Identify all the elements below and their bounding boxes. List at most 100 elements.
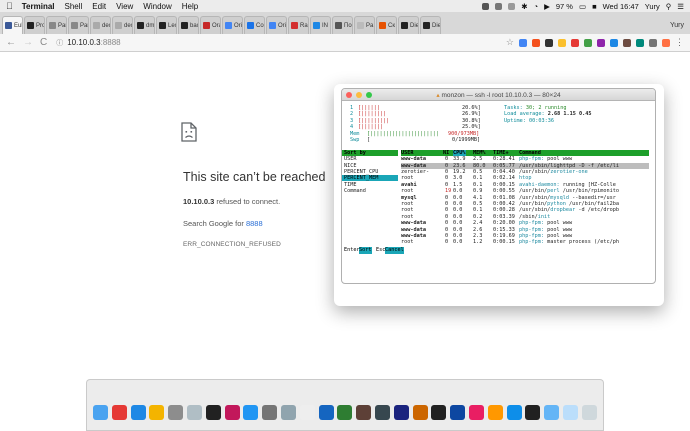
process-row[interactable]: www-data 0 0.0 2.6 0:15.33 php-fpm: pool www xyxy=(401,227,649,233)
browser-tab[interactable]: По xyxy=(332,16,353,34)
bookmark-star-icon[interactable]: ☆ xyxy=(506,37,514,48)
process-row[interactable]: root 19 0.0 0.9 0:00.55/usr/bin/perl /usr/bi… xyxy=(401,188,649,194)
extension-icon[interactable] xyxy=(584,38,592,47)
files-icon[interactable] xyxy=(563,405,578,420)
chrome-menu-icon[interactable]: ⋮ xyxy=(675,37,684,48)
photos-icon[interactable] xyxy=(149,405,165,420)
process-row[interactable]: avahi 0 1.5 0.1 0:00.15 avahi-daemon: running… xyxy=(401,182,649,188)
process-row[interactable]: root 0 0.0 0.5 0:00.42/usr/bin/python /usr/b… xyxy=(401,201,649,207)
appstore-icon[interactable] xyxy=(243,405,259,420)
footer-k2[interactable]: Esc xyxy=(376,247,385,254)
user-name[interactable]: Yury xyxy=(645,2,660,11)
terminal-window[interactable]: ▴ monzon — ssh -l root 10.10.0.3 — 80×24… xyxy=(341,88,656,284)
teamviewer-icon[interactable] xyxy=(506,405,522,420)
search-link[interactable]: 8888 xyxy=(246,219,263,228)
forward-button[interactable]: → xyxy=(23,37,33,48)
extension-icon[interactable] xyxy=(636,38,644,47)
browser-tab[interactable]: Ori xyxy=(222,16,243,34)
terminal-titlebar[interactable]: ▴ monzon — ssh -l root 10.10.0.3 — 80×24 xyxy=(342,89,655,101)
process-row[interactable]: root 0 0.0 1.2 0:00.15 php-fpm: master proces… xyxy=(401,239,649,245)
browser-tab[interactable]: Lec xyxy=(156,16,177,34)
menu-help[interactable]: Help xyxy=(182,2,198,11)
footer-k1[interactable]: Enter xyxy=(344,247,360,254)
menu-list-icon[interactable]: ☰ xyxy=(677,2,684,11)
textedit-icon[interactable] xyxy=(299,405,315,420)
process-row[interactable]: root 0 3.0 0.1 0:02.14 htop xyxy=(401,175,649,181)
sort-option-selected[interactable]: PERCENT_MEM xyxy=(342,175,398,182)
browser-tab[interactable]: Die xyxy=(420,16,441,34)
browser-tab[interactable]: Ск xyxy=(376,16,397,34)
preview-icon[interactable] xyxy=(281,405,296,420)
browser-tab[interactable]: Ra xyxy=(288,16,309,34)
browser-tab[interactable]: Die xyxy=(398,16,419,34)
extension-icon[interactable] xyxy=(649,38,657,47)
browser-tab[interactable]: IN xyxy=(310,16,331,34)
tools-icon[interactable] xyxy=(168,405,184,420)
process-row[interactable]: www-data 0 23.6 80.0 0:05.77/usr/sbin/lightt… xyxy=(401,163,649,169)
app-icon[interactable] xyxy=(412,405,428,420)
virtualbox-icon[interactable] xyxy=(393,405,409,420)
browser-tab[interactable]: dec xyxy=(90,16,111,34)
process-row[interactable]: www-data 0 0.0 2.4 0:20.00 php-fpm: pool www xyxy=(401,220,649,226)
battery-icon[interactable]: ▭ xyxy=(579,2,586,11)
status-app-icon[interactable] xyxy=(508,2,516,10)
live-icon[interactable] xyxy=(431,405,447,420)
browser-tab[interactable]: Par xyxy=(46,16,67,34)
browser-tab[interactable]: Ori xyxy=(266,16,287,34)
launch-icon[interactable] xyxy=(187,405,202,420)
extension-icon[interactable] xyxy=(597,38,605,47)
sort-option[interactable]: Command xyxy=(344,188,366,194)
extension-icon[interactable] xyxy=(532,38,540,47)
process-row[interactable]: zerotier- 0 19.2 0.5 0:04.40/usr/sbin/zeroti… xyxy=(401,169,649,175)
chrome-profile-name[interactable]: Yury xyxy=(670,22,690,34)
search-icon[interactable]: ⚲ xyxy=(666,2,672,11)
browser-tab[interactable]: Pro xyxy=(24,16,45,34)
status-app-icon[interactable] xyxy=(495,2,503,10)
extension-icon[interactable] xyxy=(519,38,527,47)
browser-tab[interactable]: Par xyxy=(68,16,89,34)
word-icon[interactable] xyxy=(318,405,334,420)
camera-icon[interactable] xyxy=(375,405,390,420)
settings-icon[interactable] xyxy=(262,405,278,420)
photo-icon[interactable] xyxy=(356,405,372,420)
menu-view[interactable]: View xyxy=(116,2,133,11)
finder-icon[interactable] xyxy=(93,405,108,420)
extension-icon[interactable] xyxy=(571,38,579,47)
xcode-icon[interactable] xyxy=(450,405,466,420)
extension-icon[interactable] xyxy=(610,38,618,47)
browser-tab[interactable]: bac xyxy=(178,16,199,34)
browser-tab[interactable]: dm xyxy=(134,16,155,34)
extension-icon[interactable] xyxy=(558,38,566,47)
menu-window[interactable]: Window xyxy=(143,2,171,11)
extension-icon[interactable] xyxy=(545,38,553,47)
volume-icon[interactable]: ▶ xyxy=(544,2,550,11)
footer-l2[interactable]: Cancel xyxy=(385,246,404,254)
address-bar[interactable]: ⓘ 10.10.0.3:8888 xyxy=(54,36,502,49)
menu-shell[interactable]: Shell xyxy=(65,2,83,11)
reload-button[interactable]: C xyxy=(40,37,47,48)
trash-icon[interactable] xyxy=(581,405,597,420)
browser-tab[interactable]: Pa xyxy=(354,16,375,34)
flag-icon[interactable]: ■ xyxy=(592,2,597,11)
htop-screen[interactable]: 1 [|||||| 20.6%] 2 [|||||||| 26.9%] 3 [||||||||… xyxy=(342,101,655,283)
footer-l1[interactable]: Sort xyxy=(359,246,372,254)
page-info-icon[interactable]: ⓘ xyxy=(56,38,63,48)
extension-icon[interactable] xyxy=(623,38,631,47)
process-row[interactable]: www-data 0 33.9 2.5 0:28.41 php-fpm: pool www xyxy=(401,156,649,162)
browser-tab[interactable]: dec xyxy=(112,16,133,34)
menu-app[interactable]: Terminal xyxy=(22,2,55,11)
process-row[interactable]: mysql 0 0.0 4.1 0:01.08/usr/sbin/mysqld --ba… xyxy=(401,195,649,201)
back-button[interactable]: ← xyxy=(6,37,16,48)
chrome-icon[interactable] xyxy=(111,405,127,420)
safari-icon[interactable] xyxy=(130,405,146,420)
wifi-icon[interactable]: ◔ xyxy=(534,2,539,11)
status-app-icon[interactable] xyxy=(482,2,490,10)
folder-icon[interactable] xyxy=(544,405,560,420)
music-icon[interactable] xyxy=(224,405,240,420)
clock[interactable]: Wed 16:47 xyxy=(603,2,639,11)
piano-icon[interactable] xyxy=(205,405,221,420)
menu-edit[interactable]: Edit xyxy=(92,2,106,11)
browser-tab[interactable]: Eul xyxy=(2,16,23,34)
battery-percent[interactable]: 97 % xyxy=(556,2,573,11)
browser-tab[interactable]: Ora xyxy=(200,16,221,34)
